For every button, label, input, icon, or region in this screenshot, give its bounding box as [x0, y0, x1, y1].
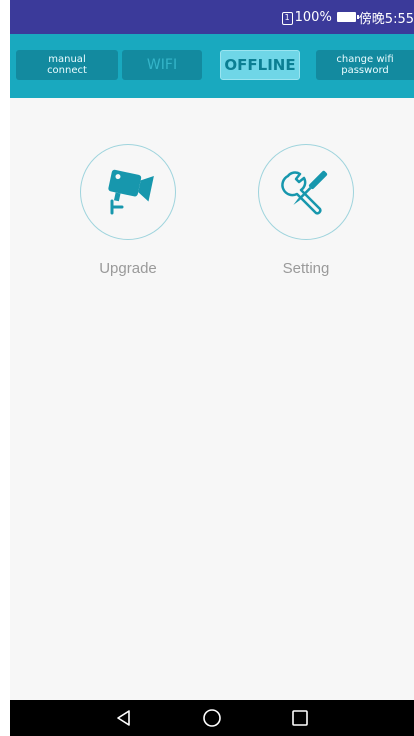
- battery-icon: [336, 12, 359, 22]
- wifi-mode-label: WIFI: [146, 57, 178, 73]
- change-wifi-password-label: change wifi password: [336, 54, 394, 76]
- app-screen: 1 100% 傍晚5:55 manual connect WIFI OFFLIN…: [10, 0, 414, 736]
- upgrade-circle[interactable]: [80, 144, 176, 240]
- recents-square-icon: [292, 710, 308, 726]
- wifi-mode-button[interactable]: WIFI: [122, 50, 202, 80]
- offline-mode-label: OFFLINE: [224, 56, 296, 74]
- camera-icon: [108, 169, 154, 215]
- home-button[interactable]: [200, 706, 224, 730]
- upgrade-label: Upgrade: [99, 260, 157, 277]
- manual-connect-label: manual connect: [47, 54, 87, 76]
- status-bar: 1 100% 傍晚5:55: [10, 0, 414, 34]
- offline-mode-button[interactable]: OFFLINE: [220, 50, 300, 80]
- upgrade-tile[interactable]: Upgrade: [68, 144, 188, 277]
- battery-percentage: 100%: [294, 9, 332, 25]
- home-circle-icon: [203, 709, 221, 727]
- manual-connect-button[interactable]: manual connect: [16, 50, 118, 80]
- setting-circle[interactable]: [258, 144, 354, 240]
- back-button[interactable]: [112, 706, 136, 730]
- recents-button[interactable]: [288, 706, 312, 730]
- setting-label: Setting: [282, 260, 330, 277]
- back-triangle-icon: [117, 710, 130, 726]
- tools-icon: [281, 170, 328, 215]
- setting-tile[interactable]: Setting: [246, 144, 366, 277]
- change-wifi-password-button[interactable]: change wifi password: [316, 50, 414, 80]
- system-nav-bar: [10, 700, 414, 736]
- sim-icon: 1: [281, 11, 293, 25]
- top-toolbar: manual connect WIFI OFFLINE change wifi …: [10, 34, 414, 98]
- clock-time: 傍晚5:55: [358, 11, 414, 27]
